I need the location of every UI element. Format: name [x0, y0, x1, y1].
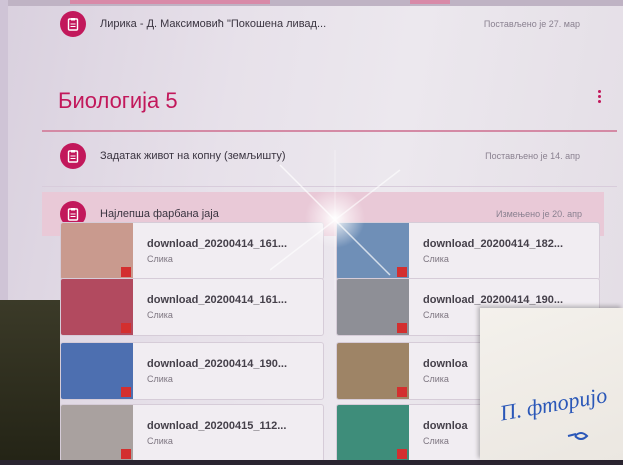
handwritten-text: П. фторијо [497, 382, 609, 426]
stream-item-title: Лирика - Д. Максимовић "Покошена ливад..… [100, 18, 327, 30]
image-type-icon [121, 387, 131, 397]
attachment-type: Слика [147, 374, 173, 384]
stream-item-date: Измењено је 20. апр [496, 209, 582, 219]
attachment-name: download_20200414_161... [147, 294, 288, 306]
image-type-icon [121, 449, 131, 459]
attachment-name: download_20200414_190... [147, 358, 288, 370]
image-thumbnail [337, 223, 409, 279]
attachment-card[interactable]: download_20200414_161... Слика [60, 222, 324, 280]
more-options-icon[interactable] [597, 90, 603, 104]
monitor-bezel [0, 300, 60, 460]
stream-item-date: Постављено је 14. апр [485, 151, 580, 161]
image-thumbnail [61, 279, 133, 335]
image-type-icon [397, 387, 407, 397]
image-type-icon [397, 323, 407, 333]
assignment-icon [60, 143, 86, 169]
image-thumbnail [337, 405, 409, 460]
attachment-name: download_20200415_112... [147, 420, 287, 432]
attachment-card[interactable]: download_20200414_161... Слика [60, 278, 324, 336]
attachment-name: download_20200414_161... [147, 238, 288, 250]
stream-item-lirika[interactable]: Лирика - Д. Максимовић "Покошена ливад..… [42, 0, 602, 48]
screen-edge [0, 0, 8, 310]
attachment-type: Слика [423, 374, 449, 384]
attachment-type: Слика [423, 436, 449, 446]
image-thumbnail [61, 405, 133, 460]
attachment-name: downloa [423, 358, 468, 370]
attachment-name: download_20200414_190... [423, 294, 564, 306]
handwritten-note: П. фторијо [497, 382, 609, 440]
assignment-icon [60, 11, 86, 37]
image-thumbnail [337, 343, 409, 399]
attachment-name: download_20200414_182... [423, 238, 564, 250]
image-thumbnail [61, 223, 133, 279]
attachment-type: Слика [147, 310, 173, 320]
image-type-icon [121, 267, 131, 277]
stream-item-zadatak[interactable]: Задатак живот на копну (земљишту) Постав… [42, 130, 602, 182]
attachment-card[interactable]: download_20200414_190... Слика [60, 342, 324, 400]
attachment-card[interactable]: download_20200415_112... Слика [60, 404, 324, 460]
image-type-icon [121, 323, 131, 333]
image-type-icon [397, 267, 407, 277]
attachment-card[interactable]: download_20200414_182... Слика [336, 222, 600, 280]
stream-item-title: Задатак живот на копну (земљишту) [100, 150, 286, 162]
attachment-type: Слика [147, 254, 173, 264]
paper-note: П. фторијо [480, 308, 623, 460]
stream-item-title: Најлепша фарбана јаја [100, 208, 219, 220]
attachment-type: Слика [147, 436, 173, 446]
topic-title: Биологија 5 [58, 88, 178, 113]
image-thumbnail [337, 279, 409, 335]
row-separator [42, 186, 617, 187]
attachment-name: downloa [423, 420, 468, 432]
attachment-type: Слика [423, 254, 449, 264]
image-type-icon [397, 449, 407, 459]
image-thumbnail [61, 343, 133, 399]
stream-item-date: Постављено је 27. мар [483, 19, 580, 29]
